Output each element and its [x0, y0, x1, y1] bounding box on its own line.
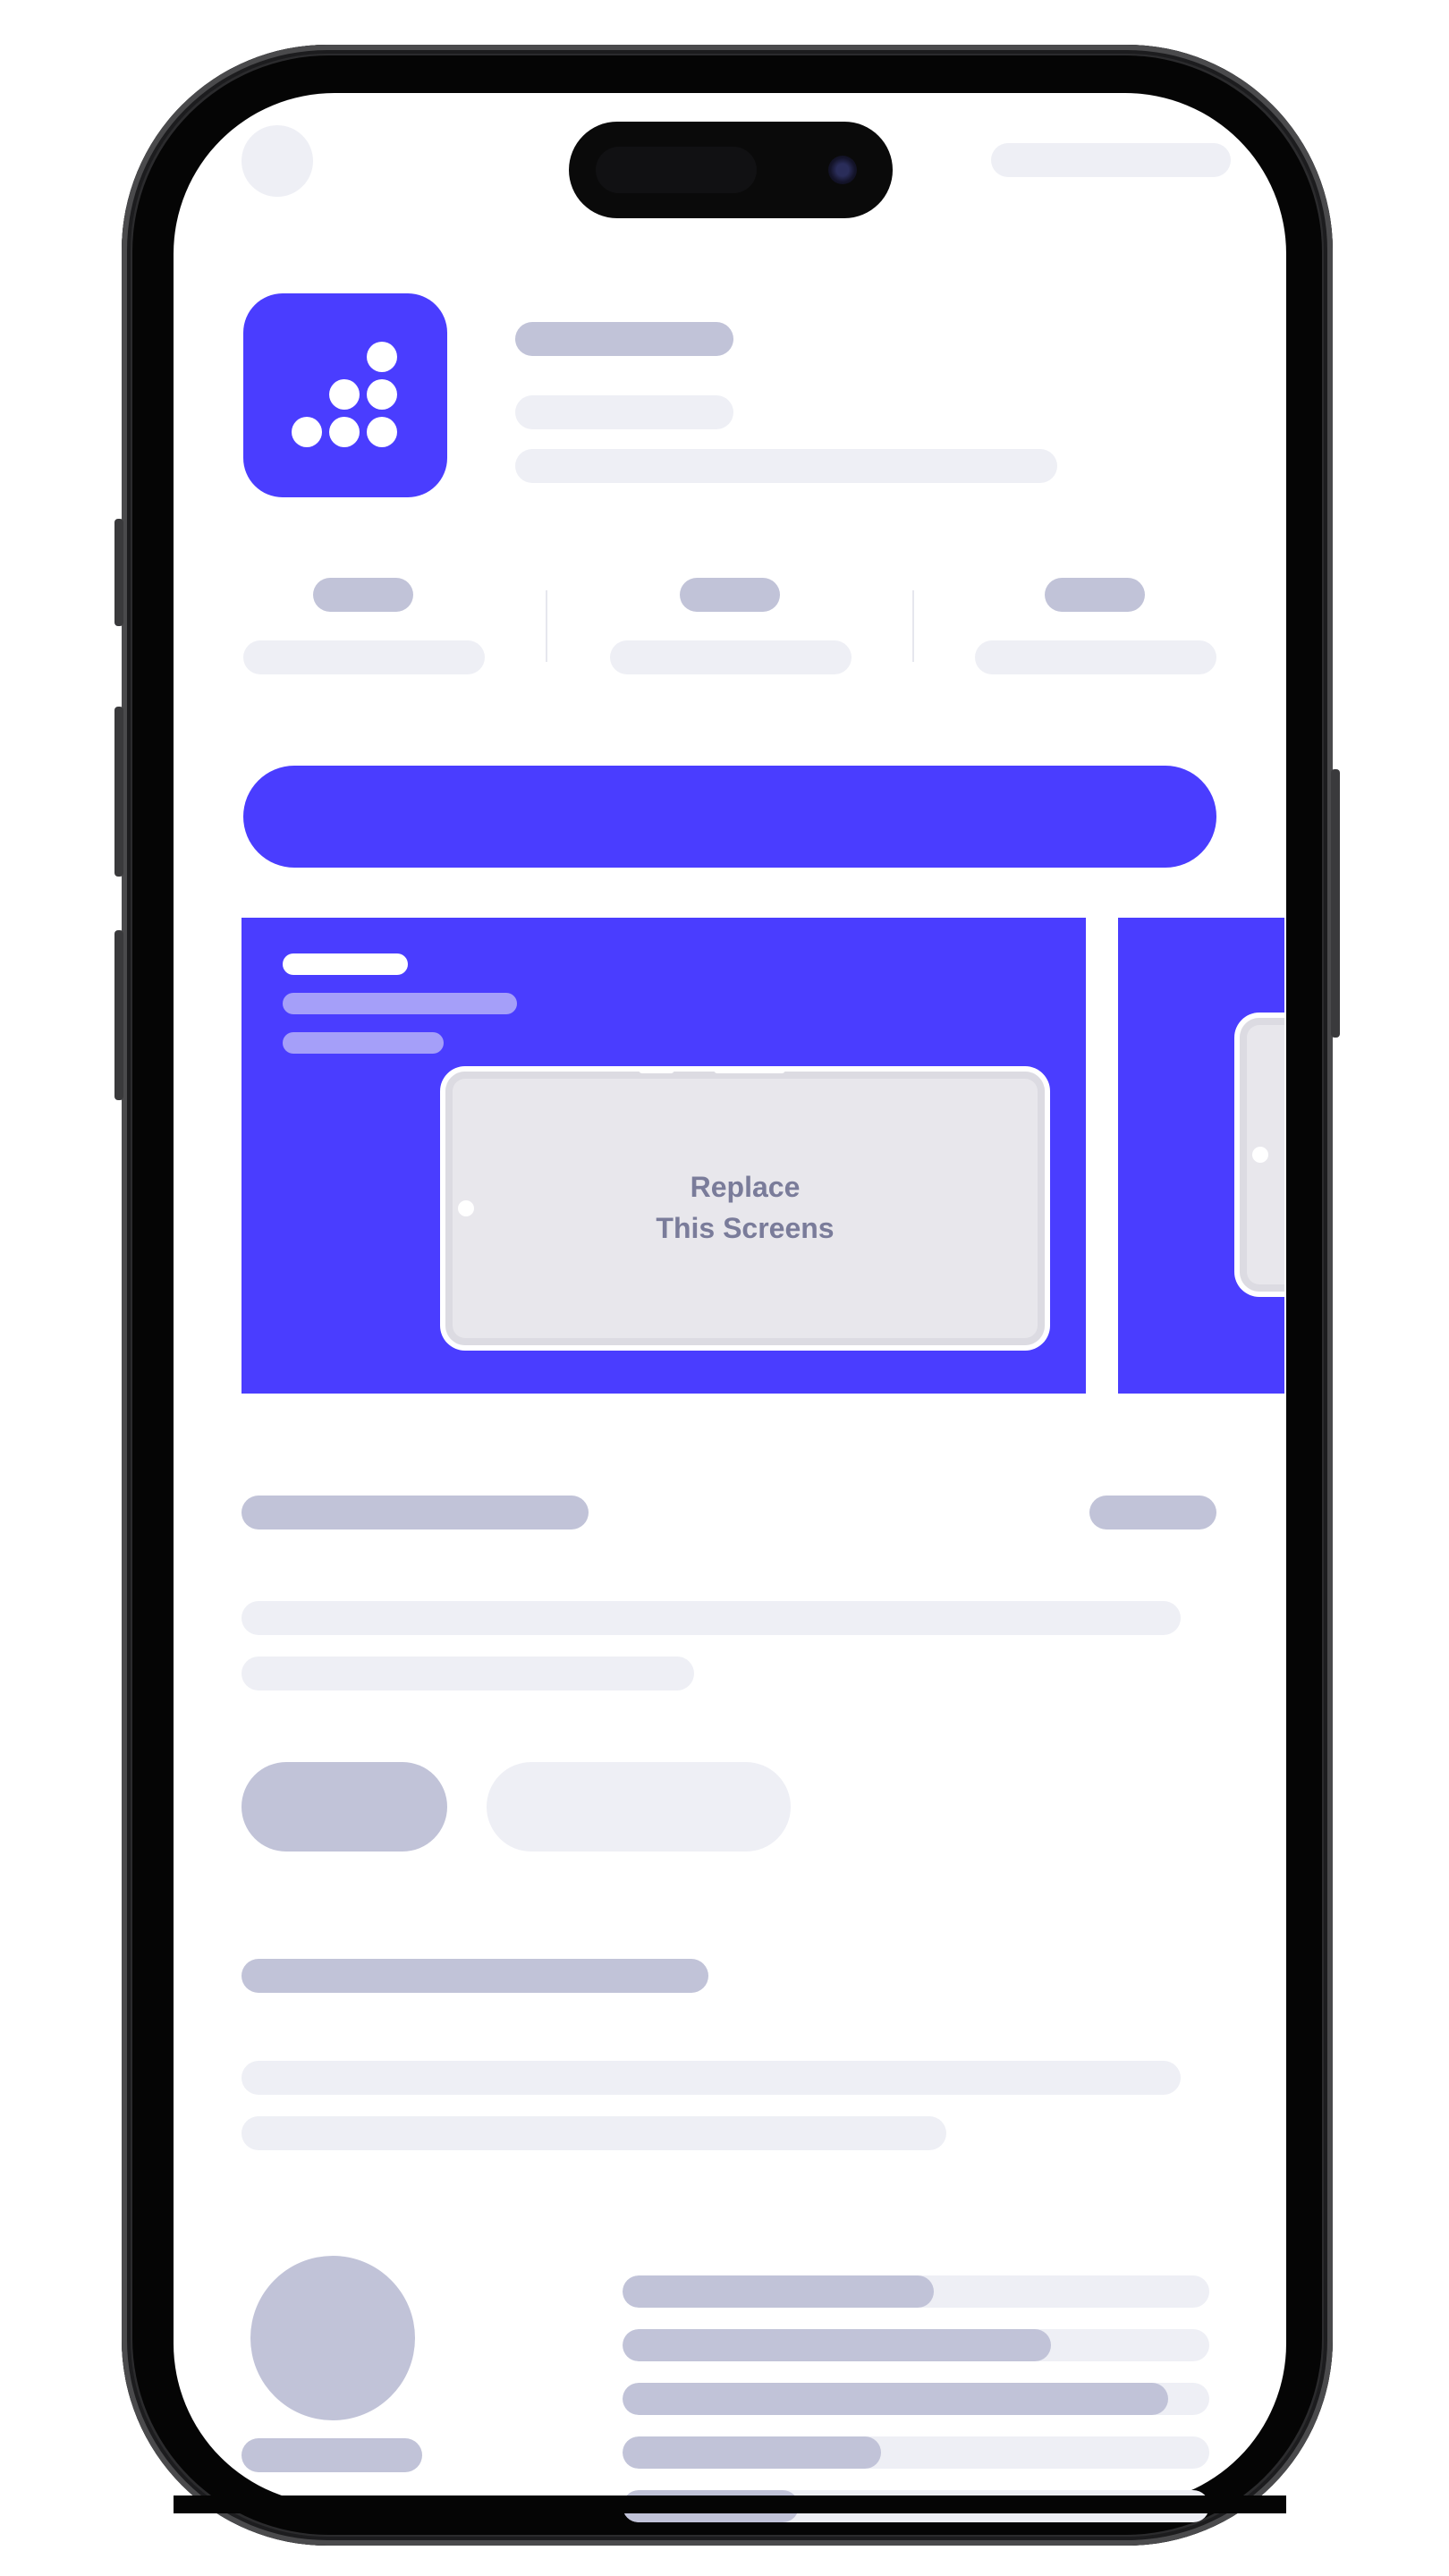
- section-title-placeholder: [242, 1496, 589, 1530]
- rating-bar-5: [623, 2275, 1209, 2308]
- stat-label-2: [610, 640, 852, 674]
- rating-score-circle: [250, 2256, 415, 2420]
- placeholder-line-2: This Screens: [656, 1212, 835, 1244]
- stat-divider: [912, 590, 914, 662]
- power-button: [1331, 769, 1340, 1038]
- tablet-mockup: Replace This Screens: [445, 1066, 1045, 1345]
- placeholder-text: Replace This Screens: [445, 1166, 1045, 1249]
- dynamic-island: [569, 122, 893, 218]
- volume-down-button: [114, 930, 123, 1100]
- reviews-summary-line: [242, 2061, 1181, 2095]
- screenshot-card-next[interactable]: [1118, 918, 1284, 1394]
- screenshot-headline-placeholder: [283, 953, 408, 975]
- category-chip-primary[interactable]: [242, 1762, 447, 1852]
- stat-value-3: [1045, 578, 1145, 612]
- description-line: [242, 1657, 694, 1690]
- category-chip-secondary[interactable]: [487, 1762, 791, 1852]
- profile-avatar-placeholder[interactable]: [242, 125, 313, 197]
- stat-divider: [546, 590, 547, 662]
- stat-label-3: [975, 640, 1216, 674]
- rating-bar-fill: [623, 2436, 881, 2469]
- rating-bar-3: [623, 2383, 1209, 2415]
- reviews-summary-line: [242, 2116, 946, 2150]
- rating-bar-fill: [623, 2275, 934, 2308]
- app-title-placeholder: [515, 322, 733, 356]
- app-developer-placeholder: [515, 449, 1057, 483]
- get-app-button[interactable]: [243, 766, 1216, 868]
- rating-bar-4: [623, 2329, 1209, 2361]
- volume-up-button: [114, 707, 123, 877]
- see-all-link-placeholder[interactable]: [1089, 1496, 1216, 1530]
- app-subtitle-placeholder: [515, 395, 733, 429]
- stat-value-1: [313, 578, 413, 612]
- face-id-sensor: [596, 147, 757, 193]
- camera-dot-icon: [1252, 1147, 1268, 1163]
- action-button: [114, 519, 123, 626]
- description-line: [242, 1601, 1181, 1635]
- placeholder-line-1: Replace: [690, 1171, 801, 1203]
- screenshot-caption-placeholder: [283, 1032, 444, 1054]
- front-camera-icon: [828, 156, 857, 184]
- screen-bottom-edge: [174, 2496, 1286, 2513]
- screenshot-card[interactable]: Replace This Screens: [242, 918, 1086, 1394]
- rating-bar-fill: [623, 2383, 1169, 2415]
- stat-label-1: [243, 640, 485, 674]
- app-icon: [243, 293, 447, 497]
- reviews-title-placeholder: [242, 1959, 708, 1993]
- rating-count-placeholder: [242, 2438, 422, 2472]
- stat-value-2: [680, 578, 780, 612]
- rating-bar-fill: [623, 2329, 1051, 2361]
- top-right-placeholder[interactable]: [991, 143, 1231, 177]
- rating-bar-2: [623, 2436, 1209, 2469]
- tablet-mockup: [1240, 1018, 1284, 1292]
- screenshot-caption-placeholder: [283, 993, 517, 1014]
